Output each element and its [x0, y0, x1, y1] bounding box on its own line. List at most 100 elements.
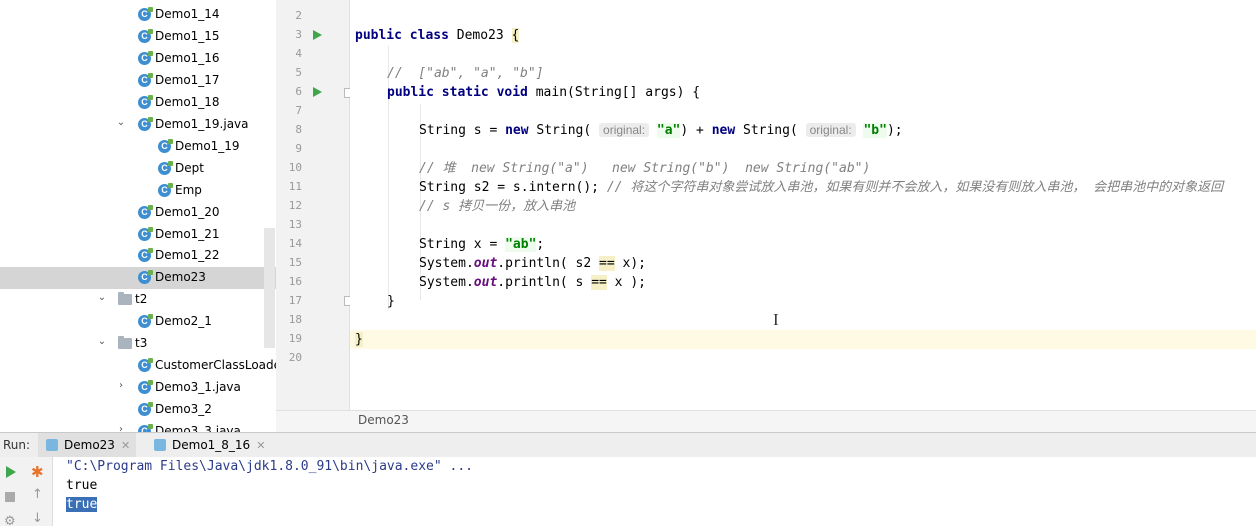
java-class-icon: C	[138, 424, 153, 432]
tree-item[interactable]: C Dept	[0, 158, 276, 180]
run-class-icon[interactable]	[313, 30, 322, 40]
run-tool-bar: Run: Demo23 ✕ Demo1_8_16 ✕	[0, 432, 1256, 458]
tree-item[interactable]: C Demo1_17	[0, 70, 276, 92]
java-class-icon: C	[158, 160, 173, 175]
editor-gutter: 2 3 4 5 6 7 8 9 10 11 12 13 14 15 16 17 18 19 20	[276, 0, 354, 410]
tree-item-label: t3	[135, 336, 148, 351]
line-number: 20	[288, 351, 302, 364]
tab-demo1-8-16[interactable]: Demo1_8_16 ✕	[146, 433, 265, 457]
tree-item[interactable]: C Demo2_1	[0, 311, 276, 333]
tree-item-label: Demo1_19.java	[155, 116, 249, 131]
tree-item[interactable]: ⌄ t3	[0, 333, 276, 355]
code-line-6: public static void main(String[] args) {	[387, 85, 701, 100]
line-number: 17	[288, 294, 302, 307]
code-line-8: String s = new String( original: "a") + …	[419, 123, 903, 138]
rerun-icon[interactable]	[6, 466, 16, 478]
chevron-down-icon[interactable]: ⌄	[97, 336, 107, 347]
code-line-16: System.out.println( s == x );	[419, 275, 646, 290]
close-tab-icon[interactable]: ✕	[121, 439, 130, 452]
tree-item[interactable]: C Demo1_15	[0, 26, 276, 48]
tree-item-label: Emp	[175, 182, 202, 197]
chevron-down-icon[interactable]: ⌄	[97, 292, 107, 303]
tree-item-label: Demo23	[155, 270, 206, 285]
close-tab-icon[interactable]: ✕	[256, 439, 265, 452]
line-number: 9	[295, 142, 302, 155]
tree-item[interactable]: C CustomerClassLoader	[0, 355, 276, 377]
tree-item-label: CustomerClassLoader	[155, 358, 277, 373]
java-class-icon: C	[138, 116, 153, 131]
tree-item[interactable]: › C Demo3_1.java	[0, 377, 276, 399]
run-toolbar: ✱ ↑ ↓ ⚙	[0, 457, 53, 529]
stop-icon[interactable]	[5, 492, 15, 502]
tree-item[interactable]: ⌄ t2	[0, 289, 276, 311]
breadcrumb[interactable]: Demo23	[276, 410, 1256, 433]
code-line-17: }	[387, 294, 395, 309]
java-class-icon: C	[158, 138, 173, 153]
line-number: 2	[295, 9, 302, 22]
run-config-icon	[46, 439, 58, 451]
run-config-icon	[154, 439, 166, 451]
scroll-up-icon[interactable]: ↑	[32, 487, 43, 502]
code-line-5: // ["ab", "a", "b"]	[387, 66, 544, 81]
java-class-icon: C	[138, 402, 153, 417]
java-class-icon: C	[158, 182, 173, 197]
tree-item[interactable]: C Emp	[0, 180, 276, 202]
scroll-down-icon[interactable]: ↓	[32, 511, 43, 526]
tree-scrollbar[interactable]	[264, 228, 275, 348]
line-number: 4	[295, 47, 302, 60]
run-label: Run:	[3, 438, 31, 452]
current-line-highlight	[350, 330, 1256, 349]
code-editor[interactable]: public class Demo23 { // ["ab", "a", "b"…	[350, 0, 1256, 410]
java-class-icon: C	[138, 94, 153, 109]
tree-item-label: Demo1_19	[175, 138, 240, 153]
tree-item[interactable]: C Demo1_22	[0, 245, 276, 267]
code-line-3: public class Demo23 {	[355, 28, 520, 43]
tree-item[interactable]: C Demo3_2	[0, 399, 276, 421]
tree-item[interactable]: C Demo1_20	[0, 202, 276, 224]
param-hint: original:	[599, 123, 650, 137]
tab-demo23[interactable]: Demo23 ✕	[38, 433, 136, 457]
line-number: 5	[295, 66, 302, 79]
chevron-down-icon[interactable]: ⌄	[116, 117, 126, 128]
chevron-right-icon[interactable]: ›	[116, 424, 126, 432]
java-class-icon: C	[138, 270, 153, 285]
code-line-19: }	[355, 332, 363, 347]
line-number: 7	[295, 104, 302, 117]
tree-item[interactable]: ⌄ C Demo1_19.java	[0, 114, 276, 136]
console-output[interactable]: "C:\Program Files\Java\jdk1.8.0_91\bin\j…	[53, 457, 1256, 526]
java-class-icon: C	[138, 72, 153, 87]
package-folder-icon	[118, 292, 132, 306]
tree-item[interactable]: › C Demo3_3.java	[0, 421, 276, 432]
code-line-12: // s 拷贝一份，放入串池	[419, 199, 576, 214]
project-tree: C Demo1_14 C Demo1_15 C Demo1_16 C Demo1_17 C Dem…	[0, 0, 277, 432]
package-folder-icon	[118, 336, 132, 350]
line-number: 13	[288, 218, 302, 231]
tree-item-label: Demo1_17	[155, 72, 220, 87]
tree-item[interactable]: C Demo23	[0, 267, 276, 290]
tree-item-label: Demo1_16	[155, 50, 220, 65]
tree-item-label: Demo1_15	[155, 28, 220, 43]
console-line-selected: true	[66, 497, 98, 512]
tree-item-label: Demo2_1	[155, 314, 212, 329]
java-class-icon: C	[138, 314, 153, 329]
line-number: 15	[288, 256, 302, 269]
line-number: 11	[288, 180, 302, 193]
java-class-icon: C	[138, 28, 153, 43]
tree-item[interactable]: C Demo1_19	[0, 136, 276, 158]
tree-item[interactable]: C Demo1_21	[0, 224, 276, 246]
tree-item[interactable]: C Demo1_18	[0, 92, 276, 114]
tree-item[interactable]: C Demo1_14	[0, 4, 276, 26]
tree-item-label: Demo3_2	[155, 402, 212, 417]
java-class-icon: C	[138, 358, 153, 373]
line-number: 18	[288, 313, 302, 326]
line-number: 19	[288, 332, 302, 345]
debug-icon[interactable]: ✱	[31, 463, 44, 481]
settings-icon[interactable]: ⚙	[4, 514, 16, 529]
run-main-icon[interactable]	[313, 87, 322, 97]
line-number: 16	[288, 275, 302, 288]
tree-item[interactable]: C Demo1_16	[0, 48, 276, 70]
tree-item-label: Dept	[175, 160, 204, 175]
chevron-right-icon[interactable]: ›	[116, 380, 126, 391]
line-number: 3	[295, 28, 302, 41]
code-line-11: String s2 = s.intern(); // 将这个字符串对象尝试放入串…	[419, 180, 1224, 195]
